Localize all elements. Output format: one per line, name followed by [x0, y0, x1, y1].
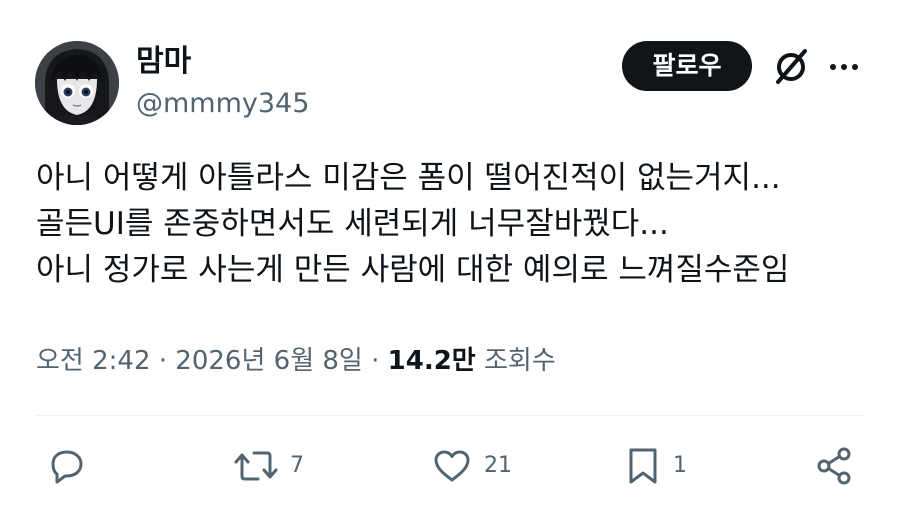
retweet-icon — [234, 451, 278, 481]
retweet-count: 7 — [290, 453, 304, 478]
grok-icon[interactable] — [770, 46, 812, 88]
divider — [36, 415, 864, 416]
tweet-date[interactable]: 2026년 6월 8일 — [175, 346, 363, 376]
heart-icon — [434, 450, 470, 482]
bookmark-count: 1 — [673, 453, 687, 478]
tweet-line: 골든UI를 존중하면서도 세련되게 너무잘바꿨다... — [36, 206, 669, 242]
views-count[interactable]: 14.2만 — [388, 346, 476, 376]
more-icon[interactable] — [826, 52, 862, 82]
user-handle[interactable]: @mmmy345 — [136, 88, 309, 120]
anime-avatar-icon — [35, 41, 119, 125]
tweet-line: 아니 어떻게 아틀라스 미감은 폼이 떨어진적이 없는거지... — [36, 160, 781, 196]
tweet-card: 맘마 @mmmy345 팔로우 아니 어떻게 아틀라스 미감은 폼이 떨어진적이… — [0, 0, 900, 511]
views-label: 조회수 — [483, 346, 556, 376]
reply-button[interactable] — [45, 444, 99, 488]
follow-button[interactable]: 팔로우 — [622, 41, 752, 91]
like-button[interactable]: 21 — [430, 444, 512, 488]
tweet-time[interactable]: 오전 2:42 — [36, 346, 151, 376]
avatar[interactable] — [35, 41, 119, 125]
share-icon — [817, 447, 851, 485]
share-button[interactable] — [812, 444, 866, 488]
like-count: 21 — [484, 453, 512, 478]
bookmark-button[interactable]: 1 — [623, 444, 687, 488]
meta-separator: · — [371, 346, 380, 376]
reply-icon — [51, 450, 83, 484]
bookmark-icon — [629, 448, 657, 484]
display-name[interactable]: 맘마 — [136, 44, 191, 80]
tweet-line: 아니 정가로 사는게 만든 사람에 대한 예의로 느껴질수준임 — [36, 252, 790, 288]
retweet-button[interactable]: 7 — [232, 444, 304, 488]
meta-separator: · — [158, 346, 168, 376]
tweet-text: 아니 어떻게 아틀라스 미감은 폼이 떨어진적이 없는거지... 골든UI를 존… — [36, 155, 876, 293]
tweet-meta: 오전 2:42 · 2026년 6월 8일 · 14.2만 조회수 — [36, 343, 556, 379]
